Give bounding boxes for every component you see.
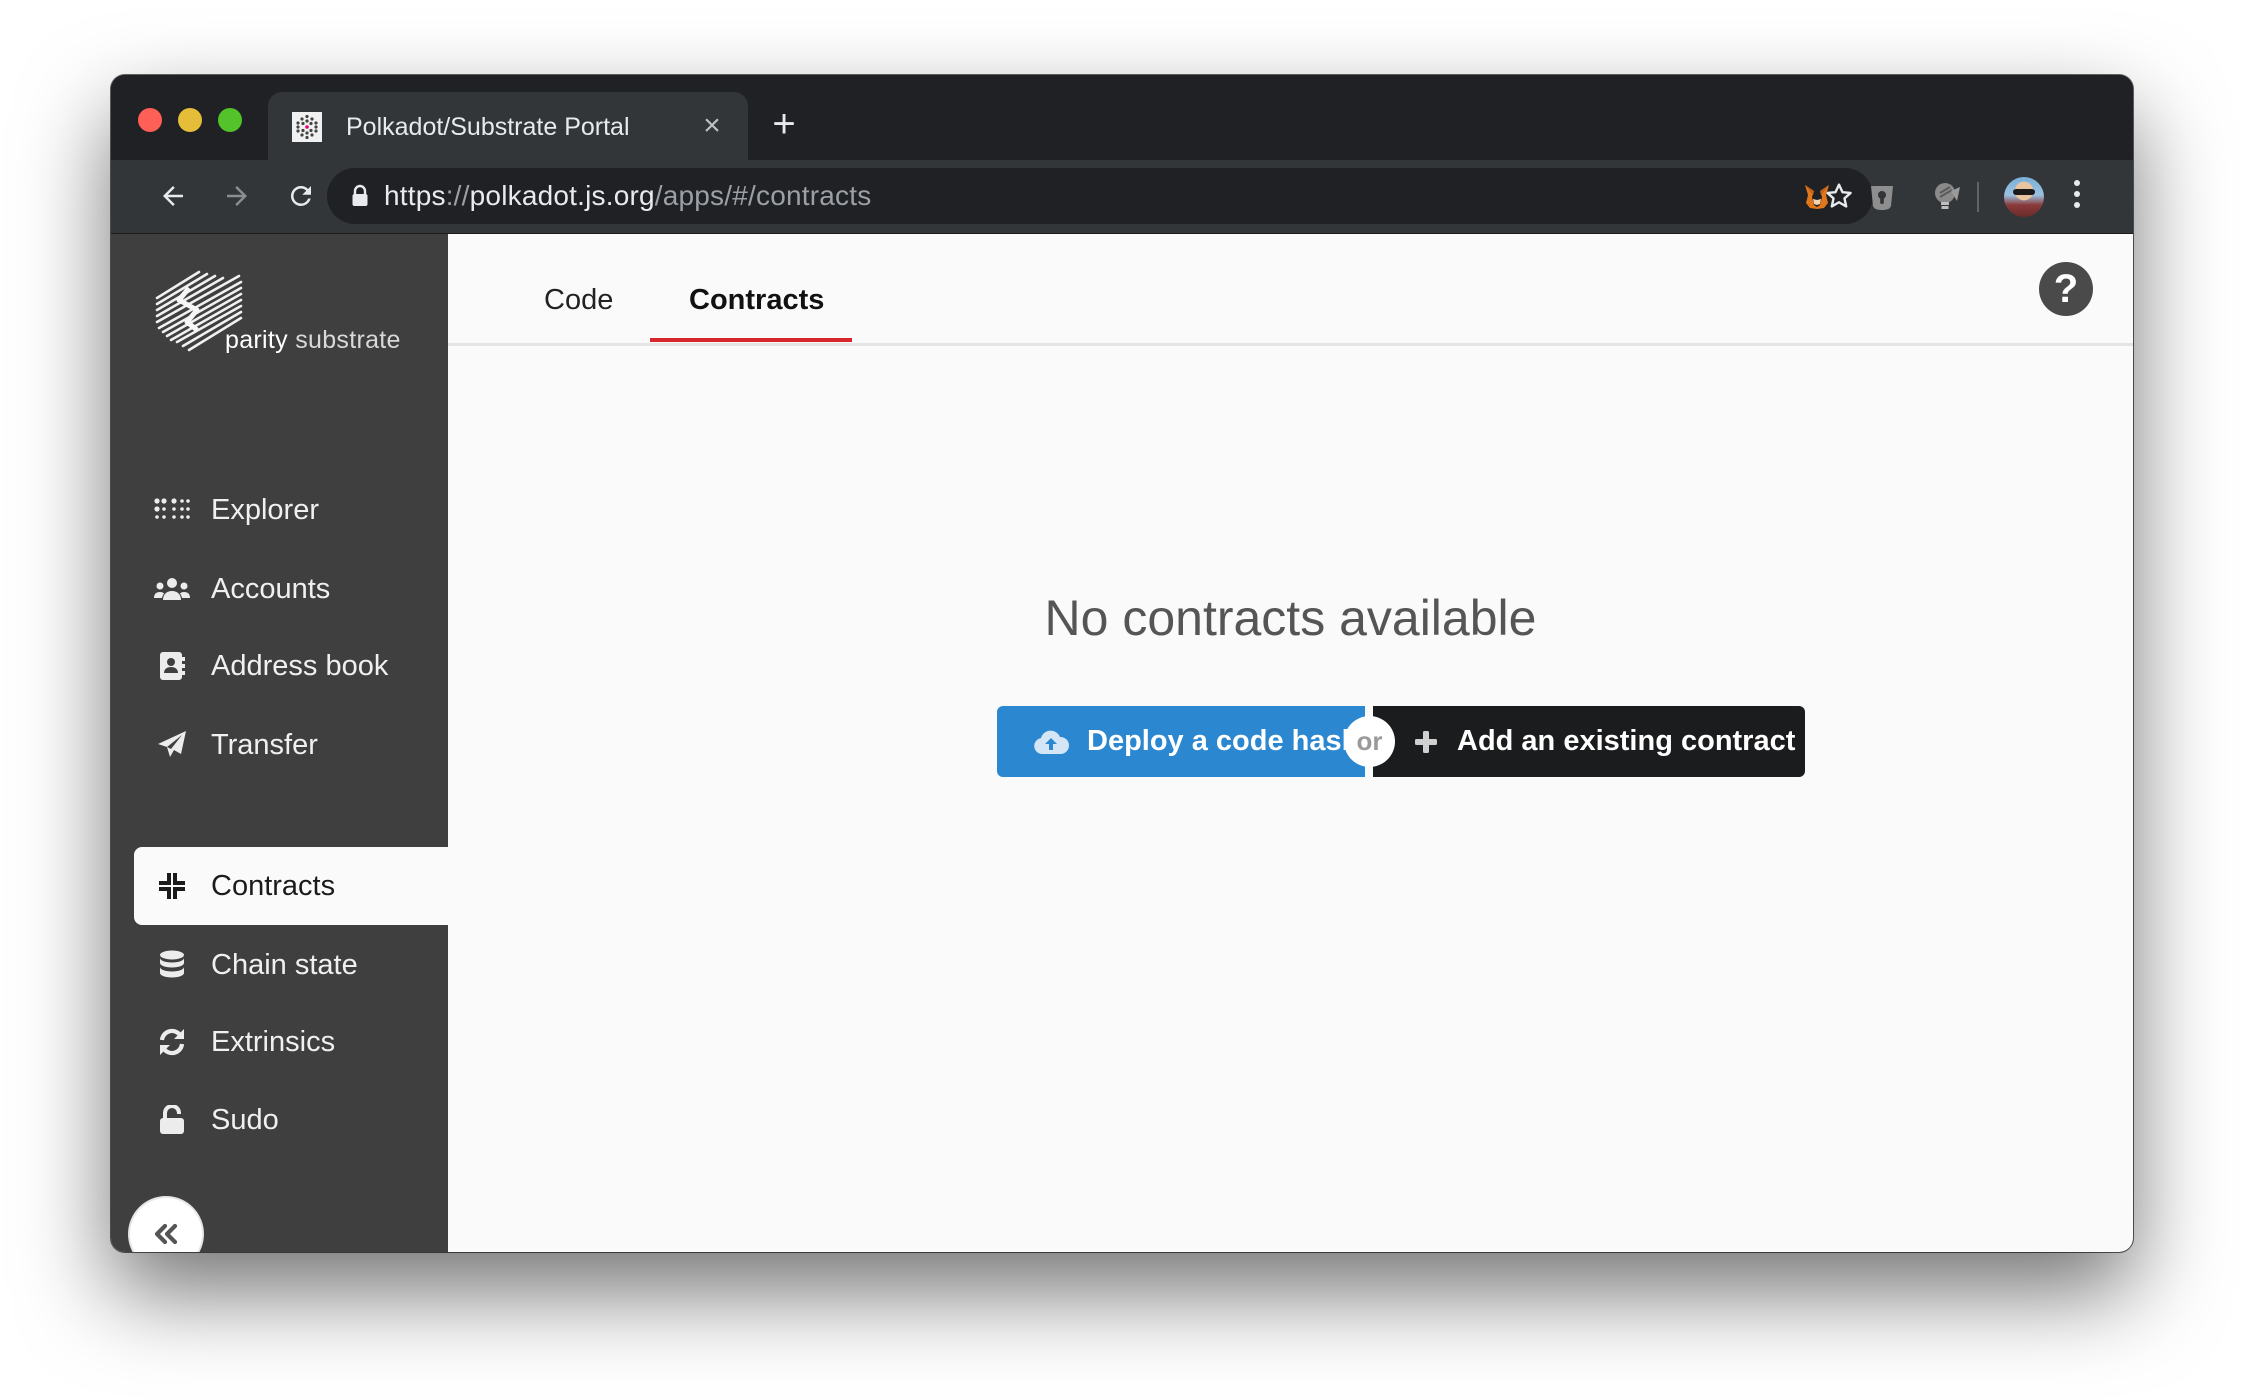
sidebar-item-transfer[interactable]: Transfer <box>134 706 448 784</box>
sidebar-item-label: Sudo <box>211 1103 279 1136</box>
lock-icon <box>351 184 369 213</box>
browser-toolbar: https://polkadot.js.org/apps/#/contracts <box>111 160 2133 234</box>
url-path: /apps/#/contracts <box>654 180 872 211</box>
tab-strip: Polkadot/Substrate Portal × + <box>111 75 2133 160</box>
deploy-code-hash-button[interactable]: Deploy a code hash <box>997 706 1365 777</box>
polkadot-favicon-icon <box>292 112 322 142</box>
sidebar-item-chain-state[interactable]: Chain state <box>134 926 448 1004</box>
users-icon <box>154 571 190 607</box>
browser-tab[interactable]: Polkadot/Substrate Portal × <box>268 92 748 160</box>
window-close-button[interactable] <box>138 108 162 132</box>
tab-contracts[interactable]: Contracts <box>689 284 824 317</box>
back-button[interactable] <box>153 176 193 216</box>
collapse-sidebar-button[interactable] <box>130 1198 202 1252</box>
toolbar-separator <box>1977 182 1979 212</box>
sync-icon <box>154 1024 190 1060</box>
new-tab-button[interactable]: + <box>766 104 802 144</box>
forward-button[interactable] <box>217 176 257 216</box>
keyhole-shield-icon[interactable] <box>1863 178 1901 216</box>
unlock-icon <box>154 1102 190 1138</box>
plus-icon <box>1413 729 1439 755</box>
url-separator: :// <box>445 180 470 211</box>
parity-substrate-logo[interactable]: parity substrate <box>155 268 415 368</box>
browser-window: Polkadot/Substrate Portal × + https://po… <box>111 75 2133 1252</box>
page-tabs: Code Contracts ? <box>448 234 2133 346</box>
sidebar-item-explorer[interactable]: Explorer <box>134 471 448 549</box>
active-tab-underline <box>650 338 852 342</box>
angle-double-left-icon <box>154 1223 178 1245</box>
reload-button[interactable] <box>281 176 321 216</box>
or-divider: or <box>1344 716 1395 767</box>
add-existing-contract-button[interactable]: Add an existing contract <box>1373 706 1805 777</box>
contract-actions: Deploy a code hash or Add an existing co… <box>997 706 1807 777</box>
sidebar-item-label: Chain state <box>211 948 358 981</box>
sidebar-item-accounts[interactable]: Accounts <box>134 550 448 628</box>
window-zoom-button[interactable] <box>218 108 242 132</box>
sidebar-item-label: Extrinsics <box>211 1025 336 1058</box>
main-content: Code Contracts ? No contracts available … <box>448 234 2133 1252</box>
address-book-icon <box>154 648 190 684</box>
sidebar-item-label: Transfer <box>211 728 318 761</box>
compress-icon <box>154 868 190 904</box>
sidebar-item-address-book[interactable]: Address book <box>134 627 448 705</box>
address-bar[interactable]: https://polkadot.js.org/apps/#/contracts <box>327 168 1873 224</box>
database-icon <box>154 947 190 983</box>
reload-icon <box>290 186 311 206</box>
profile-avatar[interactable] <box>2004 177 2044 217</box>
app-page: parity substrate Explorer Accounts Addre… <box>111 234 2133 1252</box>
deploy-label: Deploy a code hash <box>1087 725 1360 757</box>
sidebar-item-sudo[interactable]: Sudo <box>134 1081 448 1159</box>
kebab-menu-icon[interactable] <box>2071 180 2083 214</box>
lightbulb-extension-icon[interactable] <box>1928 178 1966 216</box>
tab-close-icon[interactable]: × <box>696 110 728 142</box>
empty-state-message: No contracts available <box>1044 590 1537 646</box>
logo-wordmark: parity substrate <box>225 326 401 354</box>
paper-plane-icon <box>154 727 190 763</box>
url-text[interactable]: https://polkadot.js.org/apps/#/contracts <box>384 180 871 212</box>
sidebar: parity substrate Explorer Accounts Addre… <box>111 234 448 1252</box>
cloud-upload-icon <box>1033 729 1069 755</box>
sidebar-item-label: Address book <box>211 649 389 682</box>
metamask-fox-icon[interactable] <box>1798 178 1836 216</box>
sidebar-item-extrinsics[interactable]: Extrinsics <box>134 1003 448 1081</box>
arrow-right-icon <box>227 186 247 206</box>
sidebar-item-contracts[interactable]: Contracts <box>134 847 448 925</box>
sidebar-item-label: Contracts <box>211 869 336 902</box>
url-host: polkadot.js.org <box>469 180 655 211</box>
arrow-left-icon <box>163 186 183 206</box>
add-label: Add an existing contract <box>1457 725 1796 757</box>
sidebar-item-label: Explorer <box>211 493 319 526</box>
url-scheme: https <box>384 180 446 211</box>
braille-dots-icon <box>154 492 190 528</box>
window-minimize-button[interactable] <box>178 108 202 132</box>
tab-title: Polkadot/Substrate Portal <box>346 113 630 141</box>
tab-code[interactable]: Code <box>544 284 613 317</box>
sidebar-item-label: Accounts <box>211 572 331 605</box>
question-circle-icon[interactable]: ? <box>2039 262 2093 316</box>
